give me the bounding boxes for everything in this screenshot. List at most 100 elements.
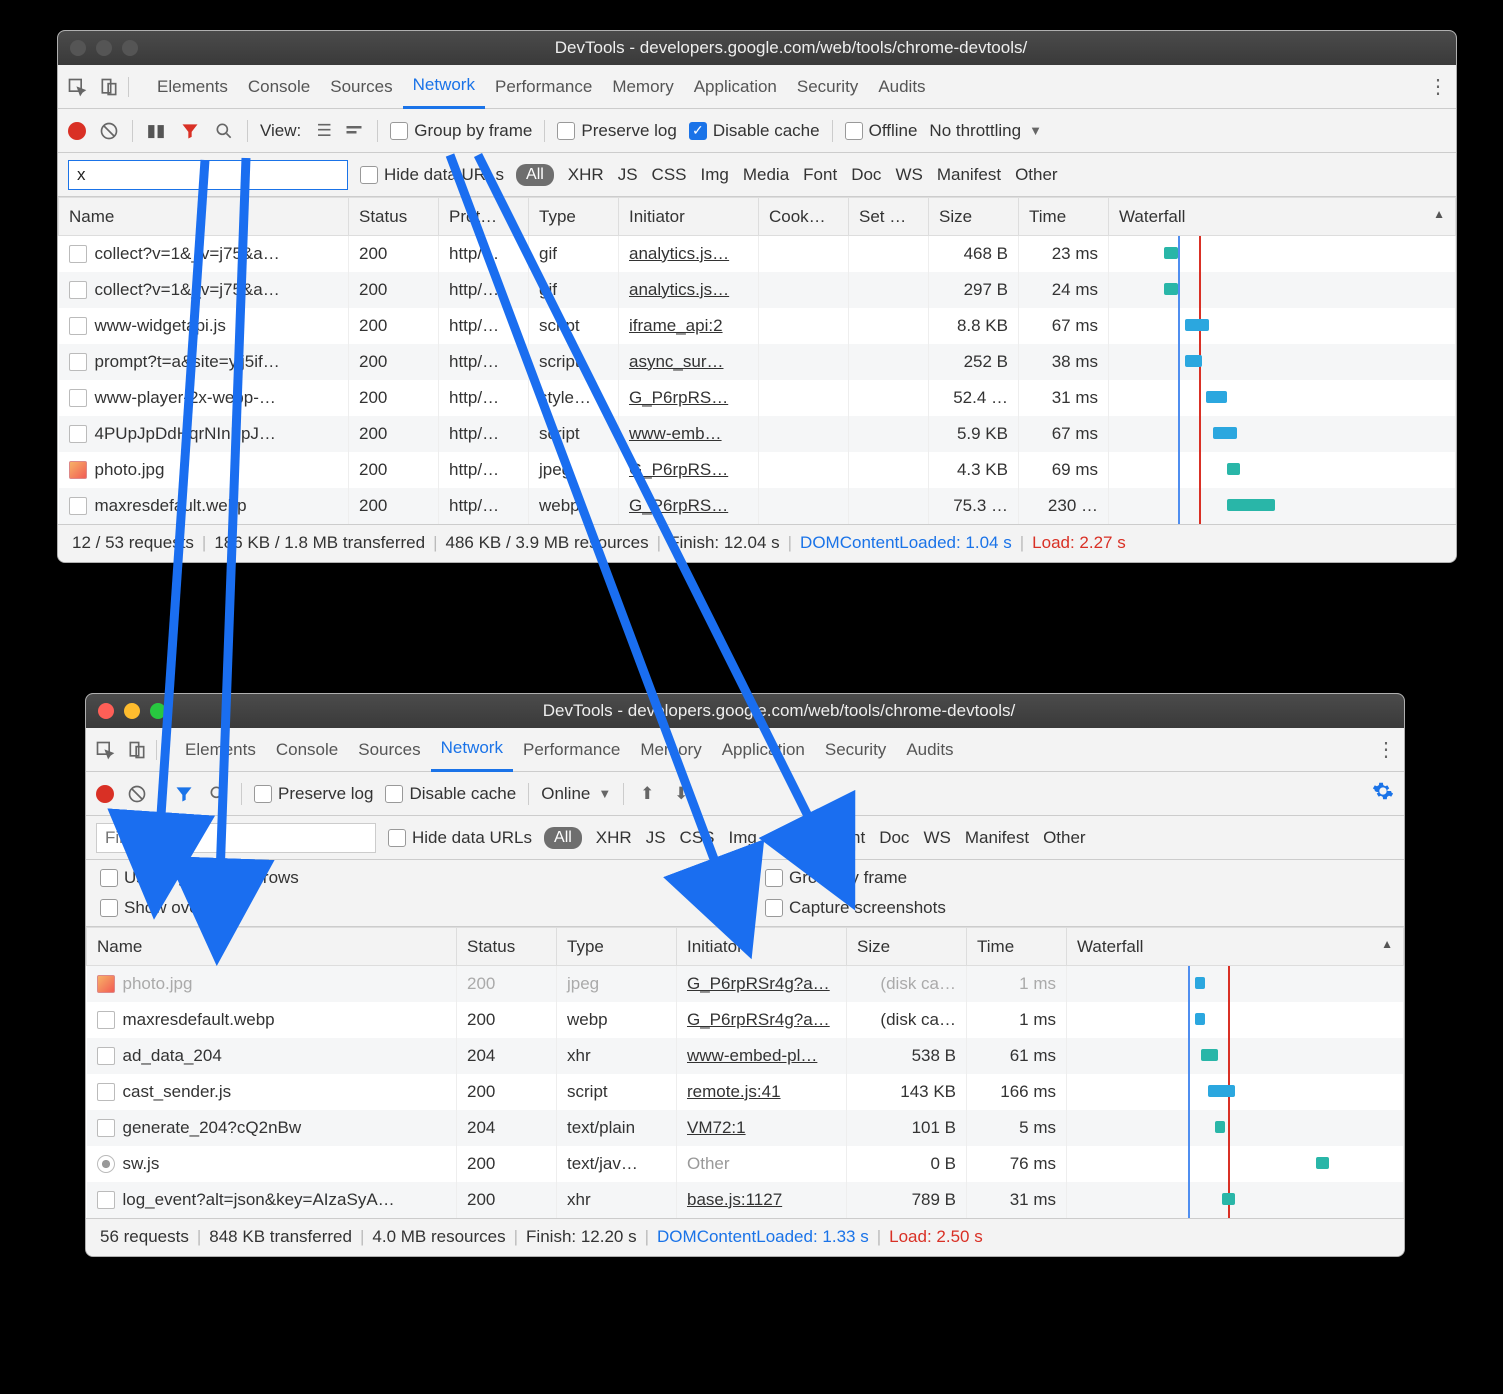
group-by-frame-check[interactable]: Group by frame <box>390 121 532 141</box>
tab-elements[interactable]: Elements <box>175 728 266 772</box>
large-rows-icon[interactable]: ☰ <box>313 121 335 141</box>
tab-performance[interactable]: Performance <box>513 728 630 772</box>
tab-performance[interactable]: Performance <box>485 65 602 109</box>
table-row[interactable]: cast_sender.js200scriptremote.js:41143 K… <box>87 1074 1404 1110</box>
col-time[interactable]: Time <box>1019 198 1109 236</box>
filter-type-other[interactable]: Other <box>1015 165 1058 185</box>
hide-data-urls-check[interactable]: Hide data URLs <box>360 165 504 185</box>
filter-type-other[interactable]: Other <box>1043 828 1086 848</box>
tab-network[interactable]: Network <box>403 65 485 109</box>
filter-type-js[interactable]: JS <box>646 828 666 848</box>
table-row[interactable]: ad_data_204204xhrwww-embed-pl…538 B61 ms <box>87 1038 1404 1074</box>
import-har-icon[interactable]: ⬆ <box>636 784 658 804</box>
close-dot[interactable] <box>98 703 114 719</box>
col-size[interactable]: Size <box>847 928 967 966</box>
col-name[interactable]: Name <box>87 928 457 966</box>
filter-type-img[interactable]: Img <box>729 828 757 848</box>
col-waterfall[interactable]: Waterfall <box>1067 928 1404 966</box>
table-row[interactable]: maxresdefault.webp200http/…webpG_P6rpRS…… <box>59 488 1456 524</box>
filter-type-font[interactable]: Font <box>803 165 837 185</box>
col-size[interactable]: Size <box>929 198 1019 236</box>
hide-data-urls-check[interactable]: Hide data URLs <box>388 828 532 848</box>
table-row[interactable]: 4PUpJpDdHqrNInFpJ…200http/…scriptwww-emb… <box>59 416 1456 452</box>
max-dot[interactable] <box>122 40 138 56</box>
element-picker-icon[interactable] <box>66 77 88 97</box>
tab-security[interactable]: Security <box>787 65 868 109</box>
record-button[interactable] <box>68 122 86 140</box>
tab-sources[interactable]: Sources <box>320 65 402 109</box>
tab-memory[interactable]: Memory <box>630 728 711 772</box>
col-prot[interactable]: Prot… <box>439 198 529 236</box>
tab-memory[interactable]: Memory <box>602 65 683 109</box>
filter-type-media[interactable]: Media <box>771 828 817 848</box>
titlebar[interactable]: DevTools - developers.google.com/web/too… <box>58 31 1456 65</box>
table-row[interactable]: photo.jpg200http/…jpegG_P6rpRS…4.3 KB69 … <box>59 452 1456 488</box>
disable-cache-check[interactable]: ✓Disable cache <box>689 121 820 141</box>
record-button[interactable] <box>96 785 114 803</box>
tab-sources[interactable]: Sources <box>348 728 430 772</box>
table-row[interactable]: photo.jpg200jpegG_P6rpRSr4g?a…(disk ca…1… <box>87 966 1404 1002</box>
export-har-icon[interactable]: ⬇ <box>670 784 692 804</box>
titlebar[interactable]: DevTools - developers.google.com/web/too… <box>86 694 1404 728</box>
filter-type-ws[interactable]: WS <box>895 165 922 185</box>
filter-type-doc[interactable]: Doc <box>851 165 881 185</box>
table-row[interactable]: www-player-2x-webp-…200http/…style…G_P6r… <box>59 380 1456 416</box>
device-toggle-icon[interactable] <box>126 740 148 760</box>
table-row[interactable]: collect?v=1&_v=j75&a…200http/…gifanalyti… <box>59 236 1456 272</box>
filter-type-all[interactable]: All <box>544 827 582 849</box>
filter-input[interactable] <box>68 160 348 190</box>
tab-application[interactable]: Application <box>712 728 815 772</box>
tab-console[interactable]: Console <box>266 728 348 772</box>
device-toggle-icon[interactable] <box>98 77 120 97</box>
group-by-frame-check[interactable]: Group by frame <box>765 868 1390 888</box>
filter-type-manifest[interactable]: Manifest <box>937 165 1001 185</box>
tab-application[interactable]: Application <box>684 65 787 109</box>
filter-type-css[interactable]: CSS <box>680 828 715 848</box>
table-row[interactable]: www-widgetapi.js200http/…scriptiframe_ap… <box>59 308 1456 344</box>
tab-elements[interactable]: Elements <box>147 65 238 109</box>
table-row[interactable]: collect?v=1&_v=j75&a…200http/…gifanalyti… <box>59 272 1456 308</box>
table-row[interactable]: maxresdefault.webp200webpG_P6rpRSr4g?a…(… <box>87 1002 1404 1038</box>
filter-icon[interactable] <box>179 121 201 141</box>
kebab-icon[interactable]: ⋮ <box>1376 737 1396 762</box>
filter-type-media[interactable]: Media <box>743 165 789 185</box>
overview-icon[interactable] <box>343 121 365 141</box>
kebab-icon[interactable]: ⋮ <box>1428 74 1448 99</box>
traffic-lights[interactable] <box>70 40 138 56</box>
filter-type-xhr[interactable]: XHR <box>568 165 604 185</box>
table-row[interactable]: prompt?t=a&site=ylj5if…200http/…scriptas… <box>59 344 1456 380</box>
tab-console[interactable]: Console <box>238 65 320 109</box>
filter-icon[interactable] <box>173 784 195 804</box>
filter-type-img[interactable]: Img <box>701 165 729 185</box>
table-row[interactable]: sw.js200text/jav…Other0 B76 ms <box>87 1146 1404 1182</box>
filter-type-manifest[interactable]: Manifest <box>965 828 1029 848</box>
traffic-lights[interactable] <box>98 703 166 719</box>
col-set[interactable]: Set … <box>849 198 929 236</box>
capture-screenshots-check[interactable]: Capture screenshots <box>765 898 1390 918</box>
col-type[interactable]: Type <box>529 198 619 236</box>
table-row[interactable]: generate_204?cQ2nBw204text/plainVM72:110… <box>87 1110 1404 1146</box>
element-picker-icon[interactable] <box>94 740 116 760</box>
col-waterfall[interactable]: Waterfall <box>1109 198 1456 236</box>
col-name[interactable]: Name <box>59 198 349 236</box>
col-status[interactable]: Status <box>349 198 439 236</box>
col-status[interactable]: Status <box>457 928 557 966</box>
filter-type-xhr[interactable]: XHR <box>596 828 632 848</box>
clear-icon[interactable] <box>126 784 148 804</box>
col-type[interactable]: Type <box>557 928 677 966</box>
preserve-log-check[interactable]: Preserve log <box>254 784 373 804</box>
min-dot[interactable] <box>124 703 140 719</box>
filmstrip-icon[interactable]: ▮▮ <box>145 121 167 141</box>
tab-security[interactable]: Security <box>815 728 896 772</box>
offline-check[interactable]: Offline <box>845 121 918 141</box>
preserve-log-check[interactable]: Preserve log <box>557 121 676 141</box>
filter-type-css[interactable]: CSS <box>652 165 687 185</box>
gear-icon[interactable] <box>1372 780 1394 807</box>
filter-type-doc[interactable]: Doc <box>879 828 909 848</box>
search-icon[interactable] <box>213 121 235 141</box>
col-time[interactable]: Time <box>967 928 1067 966</box>
search-icon[interactable] <box>207 784 229 804</box>
min-dot[interactable] <box>96 40 112 56</box>
table-row[interactable]: log_event?alt=json&key=AIzaSyA…200xhrbas… <box>87 1182 1404 1218</box>
throttling-select[interactable]: Online▼ <box>541 784 611 804</box>
